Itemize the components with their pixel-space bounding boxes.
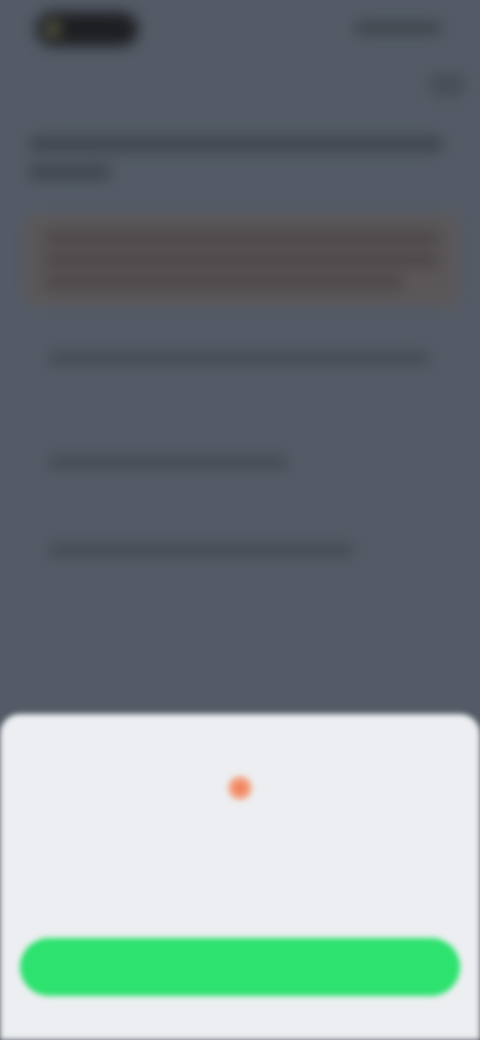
alert-card-line [44,254,440,266]
top-action-button[interactable] [430,74,464,96]
list-item[interactable] [0,520,480,580]
list-item[interactable] [0,328,480,388]
list-item-line [48,544,354,556]
list-item-line [48,352,430,364]
page-heading-line [28,164,112,180]
warning-icon [222,770,258,806]
status-icons [354,22,442,34]
screen [0,0,480,1040]
bottom-sheet-dialog [0,714,480,1040]
confirm-button[interactable] [20,938,460,996]
status-pill [36,12,138,46]
alert-card [24,214,460,306]
list-item-line [48,456,288,468]
alert-card-line [44,232,440,244]
status-indicator-icon [46,22,60,36]
status-bar [0,0,480,60]
alert-card-line [44,276,404,288]
warning-icon-glyph [227,775,253,801]
page-heading-line [28,136,444,152]
list-item[interactable] [0,432,480,492]
